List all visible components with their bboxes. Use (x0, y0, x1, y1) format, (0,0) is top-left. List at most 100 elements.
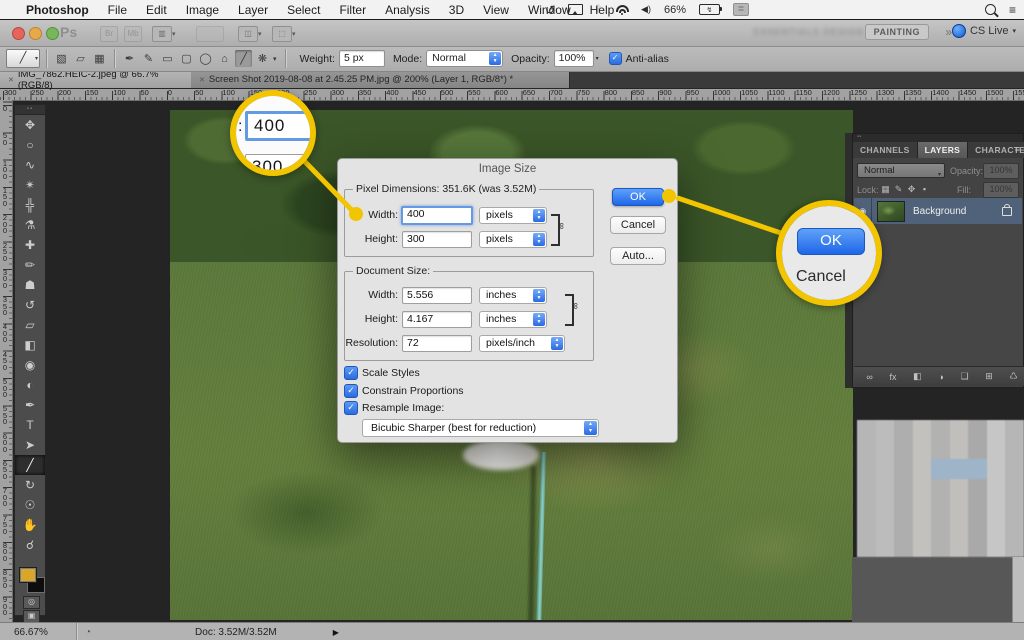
link-layers-icon[interactable]: ∞ (866, 372, 872, 382)
close-window-button[interactable] (12, 27, 25, 40)
doc-height-unit-select[interactable]: inches ▲▼ (479, 311, 547, 328)
constrain-proportions-checkbox[interactable]: ✓ (344, 384, 358, 398)
menu-3d[interactable]: 3D (449, 3, 464, 17)
line-tool-icon[interactable]: ╱ (235, 50, 252, 67)
quick-mask-button[interactable]: ◎ (23, 596, 40, 609)
menu-filter[interactable]: Filter (339, 3, 366, 17)
orbit-3d-tool-icon[interactable]: ☉ (15, 495, 45, 515)
tool-preset-picker[interactable]: ╱▾ (6, 49, 40, 68)
path-selection-tool-icon[interactable]: ➤ (15, 435, 45, 455)
layer-group-icon[interactable]: ❏ (960, 371, 968, 382)
pen-tool-icon[interactable]: ✒ (121, 50, 138, 67)
bluetooth-icon[interactable]: ᛒ (596, 4, 602, 15)
pixel-height-unit-select[interactable]: pixels ▲▼ (479, 231, 547, 248)
pen-tool-icon[interactable]: ✒ (15, 395, 45, 415)
fill-value-box[interactable]: 100% (983, 182, 1019, 198)
lasso-tool-icon[interactable]: ∿ (15, 155, 45, 175)
dodge-tool-icon[interactable]: ◐ (15, 375, 45, 395)
resample-image-checkbox[interactable]: ✓ (344, 401, 358, 415)
lock-transparency-icon[interactable]: ▦ (879, 184, 892, 195)
opacity-input[interactable]: 100% (554, 50, 594, 67)
view-extras-icon[interactable]: ▥ (152, 26, 172, 42)
polygon-tool-icon[interactable]: ⌂ (216, 50, 233, 67)
istat-icon[interactable]: ≣ (733, 3, 749, 16)
document-tab-inactive[interactable]: ✕ Screen Shot 2019-08-08 at 2.45.25 PM.j… (191, 71, 570, 88)
eraser-tool-icon[interactable]: ▱ (15, 315, 45, 335)
menu-view[interactable]: View (483, 3, 509, 17)
line-tool-icon[interactable]: ╱ (15, 455, 45, 475)
status-menu-arrow[interactable]: ▶ (333, 628, 339, 637)
scale-styles-checkbox[interactable]: ✓ (344, 366, 358, 380)
dock-scrollbar[interactable] (1012, 557, 1024, 622)
wifi-icon[interactable] (615, 4, 628, 15)
airplay-icon[interactable] (568, 4, 583, 15)
cs-live-button[interactable]: CS Live ▾ (952, 24, 1016, 38)
vertical-ruler[interactable]: 05 01 0 01 5 02 0 02 5 03 0 03 5 04 0 04… (0, 100, 13, 622)
history-brush-tool-icon[interactable]: ↺ (15, 295, 45, 315)
rounded-rectangle-tool-icon[interactable]: ▢ (178, 50, 195, 67)
weight-input[interactable]: 5 px (339, 50, 385, 67)
arrange-documents-icon[interactable]: ◫ (238, 26, 258, 42)
volume-icon[interactable]: ◀) (641, 4, 651, 15)
pixel-width-input[interactable]: 400 (401, 206, 473, 225)
tools-panel-grip[interactable]: ▪▪ (15, 105, 45, 115)
menu-image[interactable]: Image (186, 3, 219, 17)
blur-tool-icon[interactable]: ◉ (15, 355, 45, 375)
crop-tool-icon[interactable]: ╬ (15, 195, 45, 215)
delete-layer-icon[interactable]: ♺ (1009, 371, 1017, 382)
menu-file[interactable]: File (108, 3, 127, 17)
opacity-value-box[interactable]: 100% (983, 163, 1019, 179)
move-tool-icon[interactable]: ✥ (15, 115, 45, 135)
quick-selection-tool-icon[interactable]: ✴ (15, 175, 45, 195)
menu-layer[interactable]: Layer (238, 3, 268, 17)
panel-tab-channels[interactable]: CHANNELS (853, 142, 918, 158)
doc-height-input[interactable]: 4.167 (402, 311, 472, 328)
foreground-color-swatch[interactable] (19, 567, 37, 583)
zoom-window-button[interactable] (46, 27, 59, 40)
lock-position-icon[interactable]: ✥ (905, 184, 918, 195)
menu-analysis[interactable]: Analysis (385, 3, 430, 17)
menu-select[interactable]: Select (287, 3, 320, 17)
marquee-tool-icon[interactable]: ○ (15, 135, 45, 155)
opacity-caret[interactable]: ▾ (596, 55, 599, 62)
time-machine-icon[interactable]: ↺ (545, 3, 555, 17)
hand-tool-icon[interactable]: ✋ (15, 515, 45, 535)
doc-width-input[interactable]: 5.556 (402, 287, 472, 304)
fill-pixels-icon[interactable]: ▦ (91, 50, 108, 67)
cancel-button[interactable]: Cancel (610, 216, 666, 234)
ellipse-tool-icon[interactable]: ◯ (197, 50, 214, 67)
close-tab-icon[interactable]: ✕ (199, 76, 205, 84)
resolution-input[interactable]: 72 (402, 335, 472, 352)
rectangle-tool-icon[interactable]: ▭ (159, 50, 176, 67)
close-tab-icon[interactable]: ✕ (8, 76, 14, 84)
healing-brush-tool-icon[interactable]: ✚ (15, 235, 45, 255)
freeform-pen-icon[interactable]: ✎ (140, 50, 157, 67)
document-tab-active[interactable]: ✕ IMG_7862.HEIC-2.jpeg @ 66.7% (RGB/8) (0, 71, 199, 88)
lock-all-icon[interactable]: ▪ (918, 184, 931, 194)
menu-photoshop[interactable]: Photoshop (26, 3, 89, 17)
screen-mode-menu-icon[interactable]: ⬚ (272, 26, 292, 42)
layer-thumbnail[interactable] (877, 201, 905, 222)
eyedropper-tool-icon[interactable]: ⚗ (15, 215, 45, 235)
clone-stamp-tool-icon[interactable]: ☗ (15, 275, 45, 295)
workspace-painting-button[interactable]: PAINTING (865, 24, 929, 40)
lock-pixels-icon[interactable]: ✎ (892, 184, 905, 195)
status-zoom-level[interactable]: 66.67% (14, 627, 76, 638)
blend-mode-select[interactable]: Normal▾ (857, 163, 945, 178)
layer-row-background[interactable]: ◉ Background (854, 198, 1022, 224)
layer-mask-icon[interactable]: ◧ (913, 371, 922, 382)
layer-style-icon[interactable]: fx (889, 372, 896, 382)
mode-select[interactable]: Normal ▲▼ (426, 50, 503, 67)
zoom-tool-icon[interactable]: ☌ (15, 535, 45, 555)
mini-bridge-icon[interactable]: Mb (124, 26, 142, 42)
bridge-launch-icon[interactable]: Br (100, 26, 118, 42)
panel-tab-layers[interactable]: LAYERS (918, 142, 969, 158)
antialias-checkbox[interactable]: ✓ (609, 52, 622, 65)
pixel-width-unit-select[interactable]: pixels ▲▼ (479, 207, 547, 224)
doc-width-unit-select[interactable]: inches ▲▼ (479, 287, 547, 304)
gradient-tool-icon[interactable]: ◧ (15, 335, 45, 355)
brush-tool-icon[interactable]: ✏ (15, 255, 45, 275)
type-tool-icon[interactable]: T (15, 415, 45, 435)
panel-menu-icon[interactable]: ≡ (1015, 144, 1020, 154)
adjustment-layer-icon[interactable]: ◑ (938, 372, 943, 382)
